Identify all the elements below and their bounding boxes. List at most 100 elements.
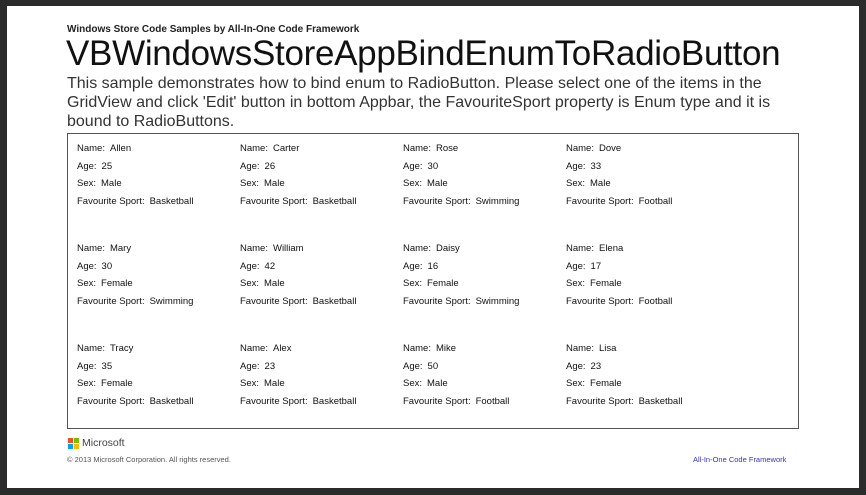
grid-item[interactable]: Name: Carter Age: 26 Sex: Male Favourite Sport… <box>240 140 400 210</box>
item-name-value: Allen <box>109 143 132 154</box>
item-sport-row: Favourite Sport: Swimming <box>403 193 563 211</box>
item-sex-value: Male <box>590 178 611 189</box>
item-age-row: Age: 35 <box>77 358 237 376</box>
item-age-row: Age: 25 <box>77 158 237 176</box>
item-age-row: Age: 17 <box>566 258 726 276</box>
item-sex-label: Sex: <box>566 378 586 389</box>
item-sport-row: Favourite Sport: Football <box>566 193 726 211</box>
item-age-value: 17 <box>590 260 602 272</box>
grid-item[interactable]: Name: Rose Age: 30 Sex: Male Favourite Sport: S… <box>403 140 563 210</box>
item-age-value: 33 <box>590 160 602 172</box>
item-name-label: Name: <box>240 143 268 154</box>
item-name-row: Name: Dove <box>566 140 726 158</box>
grid-item[interactable]: Name: Daisy Age: 16 Sex: Female Favourite Spor… <box>403 240 563 310</box>
item-age-label: Age: <box>77 260 97 272</box>
app-window: Windows Store Code Samples by All-In-One… <box>7 6 859 488</box>
item-age-label: Age: <box>240 360 260 372</box>
item-age-row: Age: 33 <box>566 158 726 176</box>
item-age-label: Age: <box>566 260 586 272</box>
item-sex-value: Male <box>427 178 448 189</box>
page-title: VBWindowsStoreAppBindEnumToRadioButton <box>66 34 781 73</box>
item-sport-value: Swimming <box>475 295 520 307</box>
item-name-row: Name: Lisa <box>566 340 726 358</box>
item-name-value: Lisa <box>598 343 617 354</box>
item-age-row: Age: 30 <box>77 258 237 276</box>
item-name-label: Name: <box>403 143 431 154</box>
grid-item[interactable]: Name: Mary Age: 30 Sex: Female Favourite Sport… <box>77 240 237 310</box>
item-sport-row: Favourite Sport: Football <box>403 393 563 411</box>
item-sport-label: Favourite Sport: <box>77 195 145 207</box>
item-age-value: 30 <box>101 260 113 272</box>
item-sport-value: Basketball <box>312 295 357 307</box>
item-sex-value: Female <box>427 278 459 289</box>
item-age-label: Age: <box>566 360 586 372</box>
item-name-row: Name: Tracy <box>77 340 237 358</box>
item-sex-row: Sex: Female <box>566 275 726 293</box>
item-name-row: Name: Daisy <box>403 240 563 258</box>
item-sex-label: Sex: <box>403 278 423 289</box>
item-name-row: Name: Elena <box>566 240 726 258</box>
item-sex-value: Male <box>264 278 285 289</box>
item-name-row: Name: Allen <box>77 140 237 158</box>
item-name-value: Tracy <box>109 343 134 354</box>
item-sport-value: Swimming <box>475 195 520 207</box>
item-name-value: Rose <box>435 143 459 154</box>
item-name-label: Name: <box>240 243 268 254</box>
item-sport-label: Favourite Sport: <box>77 295 145 307</box>
item-sex-label: Sex: <box>566 178 586 189</box>
grid-item[interactable]: Name: Dove Age: 33 Sex: Male Favourite Sport: F… <box>566 140 726 210</box>
item-sport-label: Favourite Sport: <box>566 195 634 207</box>
item-sex-row: Sex: Male <box>77 175 237 193</box>
item-name-value: Elena <box>598 243 624 254</box>
item-sex-row: Sex: Male <box>240 375 400 393</box>
item-age-label: Age: <box>403 360 423 372</box>
item-name-value: Alex <box>272 343 292 354</box>
item-sport-label: Favourite Sport: <box>566 395 634 407</box>
framework-link[interactable]: All-In-One Code Framework <box>693 455 786 464</box>
item-sex-row: Sex: Male <box>240 175 400 193</box>
item-name-label: Name: <box>77 143 105 154</box>
item-sex-row: Sex: Male <box>566 175 726 193</box>
item-sex-row: Sex: Female <box>566 375 726 393</box>
item-age-label: Age: <box>403 260 423 272</box>
grid-item[interactable]: Name: Alex Age: 23 Sex: Male Favourite Sport: B… <box>240 340 400 410</box>
item-sport-row: Favourite Sport: Basketball <box>566 393 726 411</box>
item-age-value: 30 <box>427 160 439 172</box>
item-sex-value: Male <box>101 178 122 189</box>
item-age-row: Age: 23 <box>566 358 726 376</box>
item-sex-label: Sex: <box>240 378 260 389</box>
item-sex-label: Sex: <box>240 278 260 289</box>
item-sex-value: Female <box>590 378 622 389</box>
item-age-value: 50 <box>427 360 439 372</box>
item-sport-label: Favourite Sport: <box>403 395 471 407</box>
item-age-row: Age: 42 <box>240 258 400 276</box>
item-sport-row: Favourite Sport: Basketball <box>240 193 400 211</box>
grid-item[interactable]: Name: Tracy Age: 35 Sex: Female Favourite Spor… <box>77 340 237 410</box>
item-age-row: Age: 50 <box>403 358 563 376</box>
item-name-row: Name: Alex <box>240 340 400 358</box>
item-name-value: Daisy <box>435 243 460 254</box>
item-name-value: Dove <box>598 143 622 154</box>
item-name-row: Name: Rose <box>403 140 563 158</box>
item-sport-row: Favourite Sport: Basketball <box>77 393 237 411</box>
people-gridview[interactable]: Name: Allen Age: 25 Sex: Male Favourite Sport:… <box>67 133 799 429</box>
grid-item[interactable]: Name: Allen Age: 25 Sex: Male Favourite Sport:… <box>77 140 237 210</box>
item-age-row: Age: 30 <box>403 158 563 176</box>
item-sex-label: Sex: <box>77 378 97 389</box>
grid-item[interactable]: Name: William Age: 42 Sex: Male Favourite Spor… <box>240 240 400 310</box>
item-age-value: 23 <box>590 360 602 372</box>
item-sex-row: Sex: Male <box>240 275 400 293</box>
item-sex-value: Female <box>101 278 133 289</box>
item-sex-row: Sex: Female <box>77 275 237 293</box>
item-sex-label: Sex: <box>403 378 423 389</box>
item-sex-row: Sex: Female <box>403 275 563 293</box>
grid-item[interactable]: Name: Elena Age: 17 Sex: Female Favourite Spor… <box>566 240 726 310</box>
microsoft-brand-text: Microsoft <box>82 437 125 449</box>
item-sport-label: Favourite Sport: <box>240 395 308 407</box>
item-sport-value: Basketball <box>312 195 357 207</box>
grid-item[interactable]: Name: Lisa Age: 23 Sex: Female Favourite Sport… <box>566 340 726 410</box>
item-name-label: Name: <box>240 343 268 354</box>
grid-item[interactable]: Name: Mike Age: 50 Sex: Male Favourite Sport: F… <box>403 340 563 410</box>
item-sport-row: Favourite Sport: Basketball <box>240 393 400 411</box>
item-sport-label: Favourite Sport: <box>240 295 308 307</box>
